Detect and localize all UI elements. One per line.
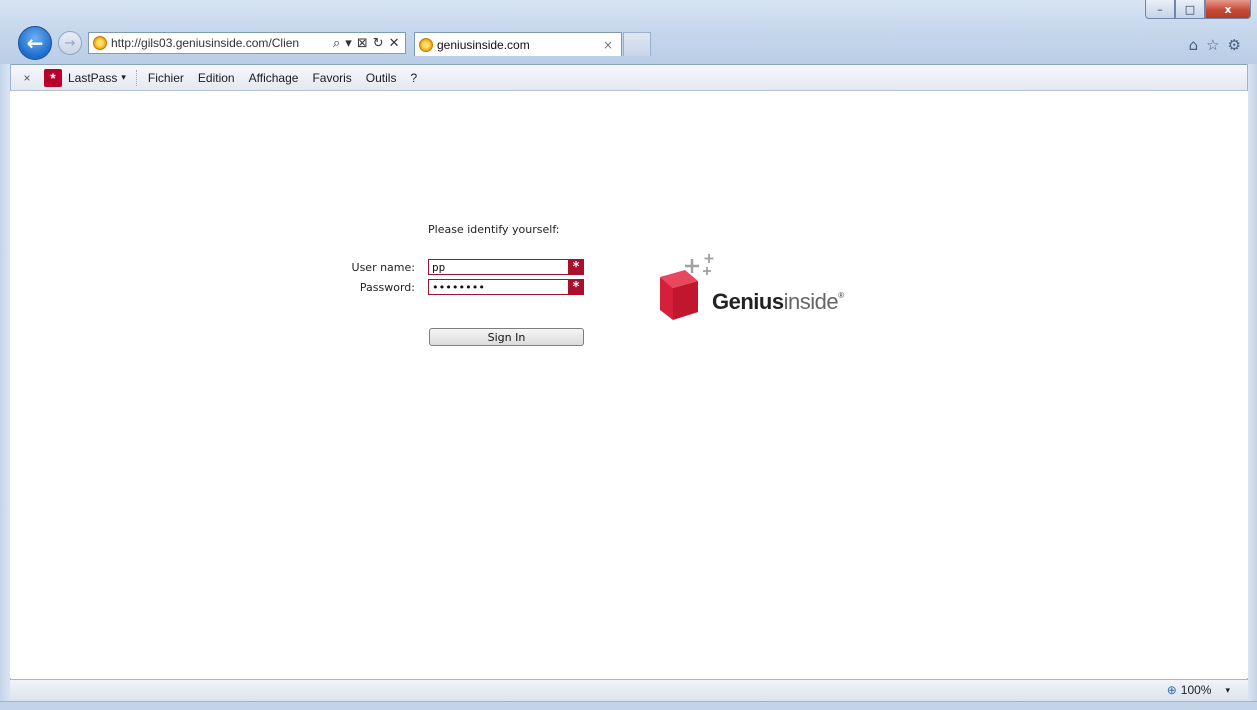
tab-geniusinside[interactable]: geniusinside.com × (414, 32, 622, 56)
refresh-icon[interactable]: ↻ (373, 36, 384, 51)
zoom-icon: ⊕ (1166, 683, 1177, 697)
menu-outils[interactable]: Outils (366, 71, 397, 85)
lastpass-menu[interactable]: LastPass (68, 71, 117, 85)
chevron-down-icon[interactable]: ▾ (1225, 685, 1230, 696)
stop-icon[interactable]: ✕ (389, 36, 400, 51)
menu-affichage[interactable]: Affichage (249, 71, 299, 85)
menu-favoris[interactable]: Favoris (312, 71, 351, 85)
menu-bar: × * LastPass ▾ Fichier Edition Affichage… (10, 65, 1247, 91)
new-tab-button[interactable] (623, 32, 651, 56)
password-value[interactable]: •••••••• (429, 281, 568, 294)
gear-icon[interactable]: ⚙ (1228, 36, 1241, 54)
lastpass-icon[interactable]: * (44, 68, 62, 87)
required-asterisk-icon: * (568, 279, 584, 295)
maximize-button[interactable]: □ (1175, 0, 1205, 19)
address-tools: ⌕ ▾ ⊠ ↻ ✕ (333, 36, 400, 51)
username-field[interactable]: pp * (428, 259, 584, 275)
zoom-control[interactable]: ⊕ 100% ▾ (1167, 683, 1230, 697)
url-text[interactable]: http://gils03.geniusinside.com/Clien (111, 36, 329, 50)
close-window-button[interactable]: x (1205, 0, 1251, 19)
genius-inside-logo: Geniusinside® (650, 254, 910, 326)
status-bar: ⊕ 100% ▾ (10, 679, 1248, 701)
tab-title: geniusinside.com (437, 37, 530, 52)
home-icon[interactable]: ⌂ (1189, 36, 1199, 54)
zoom-level: 100% (1180, 683, 1212, 697)
username-label: User name: (351, 261, 415, 274)
menu-fichier[interactable]: Fichier (148, 71, 184, 85)
logo-wordmark: Geniusinside® (712, 289, 844, 314)
menu-help[interactable]: ? (410, 71, 417, 85)
address-bar[interactable]: http://gils03.geniusinside.com/Clien ⌕ ▾… (88, 32, 406, 54)
arrow-right-icon: → (64, 35, 76, 51)
window-controls: – □ x (1145, 0, 1251, 20)
favorites-star-icon[interactable]: ☆ (1206, 36, 1219, 54)
username-value[interactable]: pp (429, 261, 568, 274)
site-favicon-icon (419, 37, 433, 52)
menu-edition[interactable]: Edition (198, 71, 235, 85)
login-prompt: Please identify yourself: (428, 223, 560, 236)
toolbar-divider (135, 69, 138, 86)
arrow-left-icon: ← (26, 31, 44, 55)
site-favicon-icon (93, 36, 107, 50)
close-toolbar-icon[interactable]: × (16, 71, 38, 85)
forward-button[interactable]: → (58, 31, 82, 55)
required-asterisk-icon: * (568, 259, 584, 275)
browser-right-icons: ⌂ ☆ ⚙ (1189, 36, 1241, 54)
search-icon[interactable]: ⌕ (333, 36, 340, 51)
sign-in-button[interactable]: Sign In (429, 328, 584, 346)
browser-chrome: – □ x ← → http://gils03.geniusinside.com… (0, 0, 1257, 65)
chevron-down-icon[interactable]: ▾ (121, 72, 126, 83)
password-label: Password: (359, 281, 415, 294)
compatibility-view-icon[interactable]: ⊠ (357, 36, 368, 51)
password-field[interactable]: •••••••• * (428, 279, 584, 295)
close-tab-icon[interactable]: × (603, 38, 613, 52)
dropdown-icon[interactable]: ▾ (345, 36, 352, 51)
page-content: Please identify yourself: User name: pp … (10, 91, 1248, 678)
window-right-edge (1247, 64, 1257, 709)
back-button[interactable]: ← (18, 26, 52, 60)
minimize-button[interactable]: – (1145, 0, 1175, 19)
